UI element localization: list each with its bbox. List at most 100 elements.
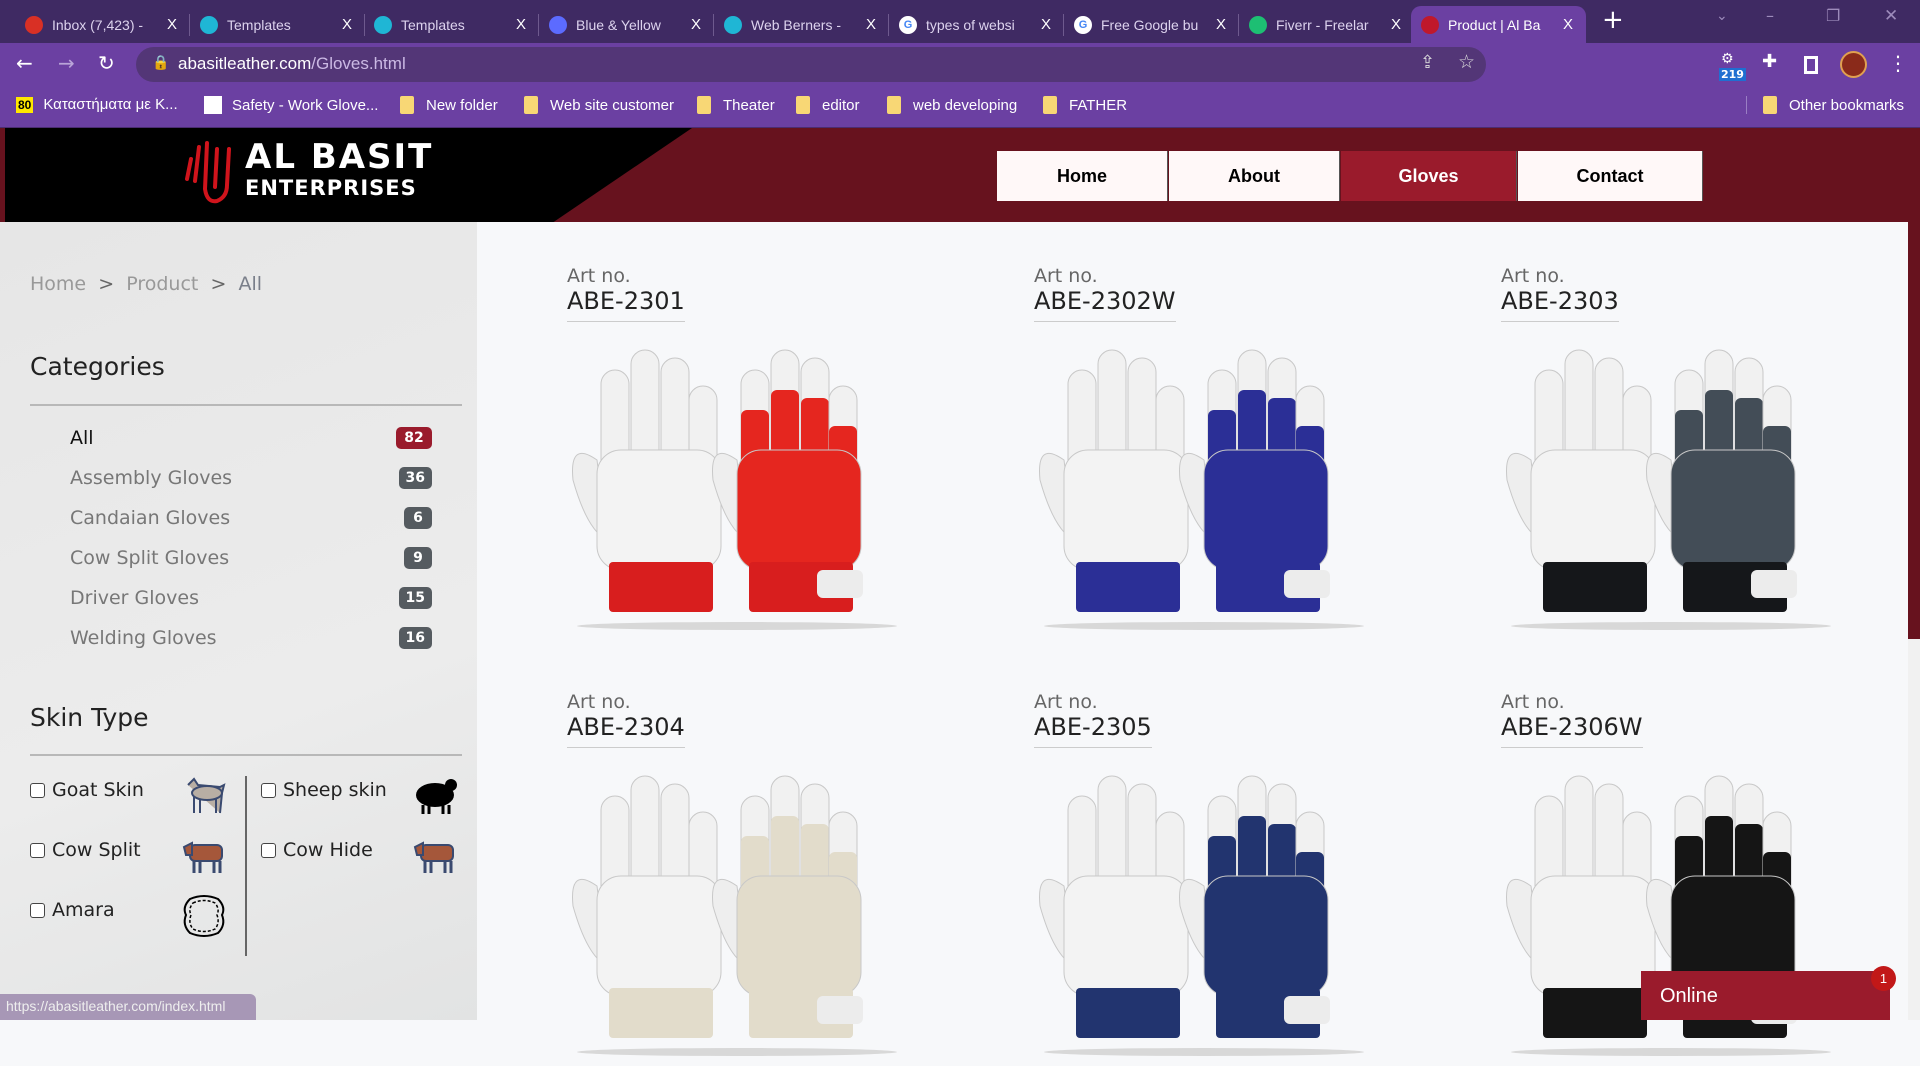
category-label: Welding Gloves <box>70 627 217 649</box>
category-item[interactable]: Cow Split Gloves 9 <box>70 547 432 569</box>
bookmark-item[interactable]: editor <box>796 96 860 114</box>
browser-tab[interactable]: Gtypes of websi X <box>889 6 1064 43</box>
bookmark-item[interactable]: web developing <box>887 96 1017 114</box>
skin-filter-cow-hide[interactable]: Cow Hide <box>261 839 373 861</box>
product-code[interactable]: ABE-2301 <box>567 287 685 322</box>
nav-about[interactable]: About <box>1169 151 1340 201</box>
product-card[interactable]: Art no. ABE-2303 <box>1501 265 1901 640</box>
close-window-icon[interactable]: ✕ <box>1884 6 1898 26</box>
browser-tab[interactable]: Templates X <box>364 6 539 43</box>
menu-icon[interactable]: ⋮ <box>1888 51 1908 75</box>
checkbox[interactable] <box>30 842 45 858</box>
product-code[interactable]: ABE-2304 <box>567 713 685 748</box>
product-code[interactable]: ABE-2303 <box>1501 287 1619 322</box>
product-image[interactable] <box>1034 330 1374 640</box>
tab-close-icon[interactable]: X <box>1213 16 1229 33</box>
category-item[interactable]: All 82 <box>70 427 432 449</box>
bookmarks-bar: 80 Καταστήματα με Κ... Safety - Work Glove… <box>0 86 1920 128</box>
checkbox[interactable] <box>261 782 276 798</box>
art-label: Art no. <box>1501 691 1565 713</box>
nav-home[interactable]: Home <box>997 151 1168 201</box>
browser-tab[interactable]: Fiverr - Freelar X <box>1239 6 1414 43</box>
bookmark-label: New folder <box>426 96 498 114</box>
category-item[interactable]: Assembly Gloves 36 <box>70 467 432 489</box>
checkbox[interactable] <box>261 842 276 858</box>
tab-title: Inbox (7,423) - <box>52 16 144 33</box>
canva-icon <box>374 15 392 34</box>
breadcrumb-home[interactable]: Home <box>30 273 86 295</box>
folder-icon <box>796 96 810 114</box>
tab-search-icon[interactable]: ⌄ <box>1716 8 1728 24</box>
skin-filter-sheep-skin[interactable]: Sheep skin <box>261 779 387 801</box>
url-path: /Gloves.html <box>311 54 406 73</box>
browser-tab[interactable]: Inbox (7,423) - X <box>15 6 190 43</box>
share-icon[interactable]: ⇪ <box>1420 52 1435 73</box>
tab-close-icon[interactable]: X <box>513 16 529 33</box>
forward-icon[interactable]: → <box>58 51 75 75</box>
browser-tab[interactable]: Blue & Yellow X <box>539 6 714 43</box>
safety-icon <box>204 96 222 114</box>
other-bookmarks[interactable]: Other bookmarks <box>1746 96 1904 114</box>
puzzle-icon[interactable]: ✚ <box>1762 51 1777 72</box>
nav-gloves[interactable]: Gloves <box>1341 151 1517 201</box>
art-label: Art no. <box>567 691 631 713</box>
product-code[interactable]: ABE-2306W <box>1501 713 1643 748</box>
scrollbar-thumb[interactable] <box>1908 222 1920 639</box>
bookmark-item[interactable]: Safety - Work Glove... <box>204 96 378 114</box>
checkbox[interactable] <box>30 902 45 918</box>
product-card[interactable]: Art no. ABE-2302W <box>1034 265 1434 640</box>
breadcrumb-product[interactable]: Product <box>126 273 198 295</box>
online-chat-button[interactable]: Online <box>1641 971 1890 1020</box>
product-card[interactable]: Art no. ABE-2304 <box>567 691 967 1066</box>
bookmark-star-icon[interactable]: ☆ <box>1458 51 1475 73</box>
right-glove <box>712 349 863 612</box>
tab-title: Templates <box>401 16 465 33</box>
bookmark-item[interactable]: Theater <box>697 96 775 114</box>
category-item[interactable]: Driver Gloves 15 <box>70 587 432 609</box>
reload-icon[interactable]: ↻ <box>98 51 115 75</box>
product-code[interactable]: ABE-2302W <box>1034 287 1176 322</box>
image-shadow <box>1044 1048 1364 1056</box>
new-tab-button[interactable]: + <box>1602 5 1624 35</box>
product-image[interactable] <box>1501 330 1841 640</box>
side-panel-icon[interactable] <box>1804 56 1818 74</box>
skin-label: Cow Split <box>52 839 141 861</box>
browser-tab[interactable]: Web Berners - X <box>714 6 889 43</box>
product-card[interactable]: Art no. ABE-2301 <box>567 265 967 640</box>
back-icon[interactable]: ← <box>16 51 33 75</box>
bookmark-item[interactable]: Web site customer <box>524 96 674 114</box>
browser-tab[interactable]: Product | Al Ba X <box>1411 6 1586 43</box>
skin-filter-cow-split[interactable]: Cow Split <box>30 839 141 861</box>
browser-tab[interactable]: Templates X <box>190 6 365 43</box>
address-bar[interactable]: 🔒 abasitleather.com/Gloves.html ⇪ ☆ <box>136 47 1486 82</box>
checkbox[interactable] <box>30 782 45 798</box>
tab-close-icon[interactable]: X <box>339 16 355 33</box>
80-icon: 80 <box>16 96 34 113</box>
extension-icon[interactable]: ⚙ <box>1721 51 1734 67</box>
bookmark-item[interactable]: 80 Καταστήματα με Κ... <box>16 96 178 113</box>
folder-icon <box>1763 96 1777 114</box>
product-image[interactable] <box>567 330 907 640</box>
canva-icon <box>724 15 742 34</box>
skin-filter-goat-skin[interactable]: Goat Skin <box>30 779 144 801</box>
bookmark-item[interactable]: FATHER <box>1043 96 1127 114</box>
tab-close-icon[interactable]: X <box>863 16 879 33</box>
skin-label: Sheep skin <box>283 779 387 801</box>
tab-close-icon[interactable]: X <box>164 16 180 33</box>
category-item[interactable]: Welding Gloves 16 <box>70 627 432 649</box>
product-card[interactable]: Art no. ABE-2305 <box>1034 691 1434 1066</box>
tab-close-icon[interactable]: X <box>688 16 704 33</box>
profile-avatar[interactable] <box>1840 51 1867 78</box>
category-item[interactable]: Candaian Gloves 6 <box>70 507 432 529</box>
product-code[interactable]: ABE-2305 <box>1034 713 1152 748</box>
restore-icon[interactable]: ❐ <box>1826 6 1840 25</box>
tab-close-icon[interactable]: X <box>1560 16 1576 33</box>
nav-contact[interactable]: Contact <box>1518 151 1703 201</box>
bookmark-item[interactable]: New folder <box>400 96 498 114</box>
skin-filter-amara[interactable]: Amara <box>30 899 115 921</box>
minimize-icon[interactable]: – <box>1766 6 1774 25</box>
tab-close-icon[interactable]: X <box>1388 16 1404 33</box>
right-glove <box>1646 349 1797 612</box>
tab-close-icon[interactable]: X <box>1038 16 1054 33</box>
browser-tab[interactable]: G Free Google bu X <box>1064 6 1239 43</box>
